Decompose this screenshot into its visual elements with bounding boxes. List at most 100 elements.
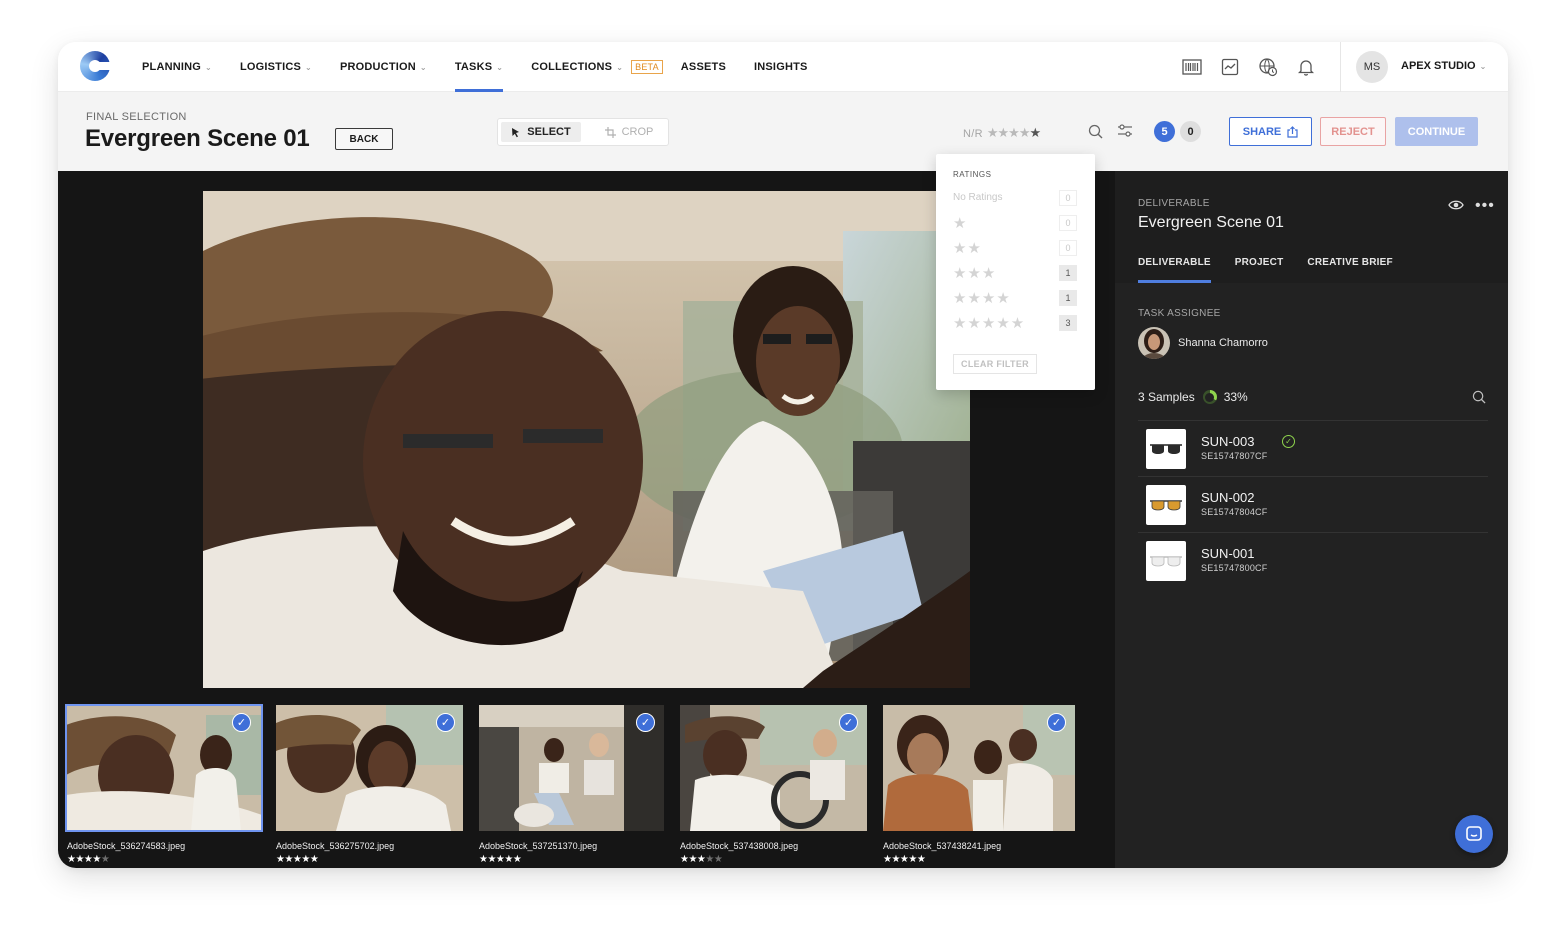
- search-icon[interactable]: [1086, 122, 1104, 140]
- rating-option-3-star[interactable]: ★★★ 1: [953, 265, 1077, 282]
- star-icons: ★★★★: [953, 290, 1011, 307]
- studio-switcher[interactable]: APEX STUDIO ⌄: [1401, 60, 1486, 72]
- tab-creative-brief[interactable]: CREATIVE BRIEF: [1307, 257, 1392, 283]
- continue-button[interactable]: CONTINUE: [1395, 117, 1478, 146]
- star-icons: ★★: [953, 240, 982, 257]
- panel-header: DELIVERABLE Evergreen Scene 01 ••• DELIV…: [1115, 171, 1508, 283]
- sunglasses-thumbnail: [1146, 541, 1186, 581]
- share-button[interactable]: SHARE: [1229, 117, 1312, 146]
- share-label: SHARE: [1242, 125, 1282, 138]
- cursor-icon: [512, 127, 520, 137]
- reject-button[interactable]: REJECT: [1320, 117, 1386, 146]
- rating-option-4-star[interactable]: ★★★★ 1: [953, 290, 1077, 307]
- ratings-filter-dropdown: RATINGS No Ratings 0 ★ 0 ★★ 0 ★★★ 1 ★★★★…: [936, 154, 1095, 390]
- clear-filter-button[interactable]: CLEAR FILTER: [953, 354, 1037, 374]
- chevron-down-icon: ⌄: [419, 62, 427, 72]
- selected-check-icon[interactable]: ✓: [839, 713, 858, 732]
- selected-check-icon[interactable]: ✓: [636, 713, 655, 732]
- crop-icon: [604, 126, 616, 138]
- chevron-down-icon: ⌄: [305, 62, 312, 72]
- star-icons: ★★★★★: [953, 315, 1026, 332]
- nav-label: COLLECTIONS: [531, 61, 613, 73]
- chevron-down-icon: ⌄: [205, 62, 212, 72]
- select-mode-button[interactable]: SELECT: [501, 122, 581, 142]
- rating-option-count: 1: [1059, 265, 1077, 281]
- nav-item-tasks[interactable]: TASKS ⌄: [454, 42, 504, 92]
- progress-ring-icon: [1202, 390, 1217, 404]
- rating-option-count: 1: [1059, 290, 1077, 306]
- hero-image[interactable]: [203, 191, 970, 688]
- app-window: PLANNING ⌄ LOGISTICS ⌄ PRODUCTION ⌄ TASKS ⌄ …: [58, 42, 1508, 868]
- crop-mode-button[interactable]: CROP: [594, 122, 664, 142]
- search-icon[interactable]: [1472, 390, 1488, 406]
- rating-option-5-star[interactable]: ★★★★★ 3: [953, 315, 1077, 332]
- nav-item-collections[interactable]: COLLECTIONS ⌄ BETA: [531, 42, 663, 92]
- list-item[interactable]: SUN-002 SE15747804CF: [1138, 476, 1488, 532]
- chevron-down-icon: ⌄: [616, 62, 624, 72]
- selected-check-icon[interactable]: ✓: [1047, 713, 1066, 732]
- chat-support-button[interactable]: [1455, 815, 1493, 853]
- nav-label: PRODUCTION: [339, 61, 416, 73]
- thumbnail-5[interactable]: ✓: [883, 705, 1075, 831]
- rating-option-count: 0: [1059, 215, 1077, 231]
- thumbnail-rating: ★★★★★: [883, 854, 926, 865]
- page-eyebrow: FINAL SELECTION: [86, 111, 187, 123]
- beta-badge: BETA: [631, 60, 663, 74]
- rating-option-count: 0: [1059, 240, 1077, 256]
- star-icons: ★★★: [953, 265, 997, 282]
- sample-name: SUN-001: [1201, 546, 1255, 561]
- task-assignee[interactable]: Shanna Chamorro: [1138, 327, 1268, 359]
- rejected-count-badge[interactable]: 0: [1180, 121, 1201, 142]
- page-header: FINAL SELECTION Evergreen Scene 01 BACK …: [58, 92, 1508, 171]
- rating-filter-toggle[interactable]: N/R ★★★★★: [963, 125, 1041, 141]
- nav-label: LOGISTICS: [239, 61, 302, 73]
- chevron-down-icon: ⌄: [1479, 62, 1487, 71]
- nav-label: TASKS: [454, 61, 493, 73]
- rating-option-count: 3: [1059, 315, 1077, 331]
- rating-option-none[interactable]: No Ratings 0: [953, 190, 1077, 206]
- samples-list: SUN-003 ✓ SE15747807CF SUN-002 SE1574780…: [1138, 420, 1488, 588]
- brand-logo-icon[interactable]: [80, 51, 112, 81]
- more-options-icon[interactable]: •••: [1475, 197, 1495, 215]
- sample-sku: SE15747800CF: [1201, 563, 1268, 573]
- nav-item-logistics[interactable]: LOGISTICS ⌄: [240, 42, 312, 92]
- rating-filter-label: N/R: [963, 128, 983, 140]
- nav-item-production[interactable]: PRODUCTION ⌄: [340, 42, 427, 92]
- eye-icon[interactable]: [1448, 198, 1466, 212]
- thumbnail-1[interactable]: ✓: [65, 704, 263, 832]
- nav-label: PLANNING: [142, 61, 202, 73]
- thumbnail-3[interactable]: ✓: [479, 705, 664, 831]
- list-item[interactable]: SUN-001 SE15747800CF: [1138, 532, 1488, 588]
- bell-icon[interactable]: [1294, 55, 1318, 79]
- thumbnail-filename: AdobeStock_536275702.jpeg: [276, 841, 395, 851]
- deliverable-panel: DELIVERABLE Evergreen Scene 01 ••• DELIV…: [1115, 171, 1508, 868]
- samples-summary: 3 Samples 33%: [1138, 390, 1248, 404]
- barcode-icon[interactable]: [1180, 55, 1204, 79]
- sample-sku: SE15747804CF: [1201, 507, 1268, 517]
- back-button[interactable]: BACK: [335, 128, 393, 150]
- thumbnail-4[interactable]: ✓: [680, 705, 867, 831]
- user-avatar[interactable]: MS: [1356, 51, 1388, 83]
- nav-item-planning[interactable]: PLANNING ⌄: [142, 42, 212, 92]
- chat-icon: [1466, 826, 1482, 841]
- panel-tabs: DELIVERABLE PROJECT CREATIVE BRIEF: [1138, 257, 1417, 283]
- tab-project[interactable]: PROJECT: [1235, 257, 1284, 283]
- globe-clock-icon[interactable]: [1256, 55, 1280, 79]
- list-item[interactable]: SUN-003 ✓ SE15747807CF: [1138, 420, 1488, 476]
- selected-count-badge[interactable]: 5: [1154, 121, 1175, 142]
- thumbnail-rating: ★★★★★: [276, 854, 319, 865]
- thumbnail-filename: AdobeStock_536274583.jpeg: [67, 841, 186, 851]
- filter-sliders-icon[interactable]: [1116, 122, 1134, 140]
- thumbnail-2[interactable]: ✓: [276, 705, 463, 831]
- selected-check-icon[interactable]: ✓: [436, 713, 455, 732]
- chart-icon[interactable]: [1218, 55, 1242, 79]
- thumbnail-rating: ★★★★★: [479, 854, 522, 865]
- tab-deliverable[interactable]: DELIVERABLE: [1138, 257, 1211, 283]
- rating-option-1-star[interactable]: ★ 0: [953, 215, 1077, 232]
- selected-check-icon[interactable]: ✓: [232, 713, 251, 732]
- rating-option-2-star[interactable]: ★★ 0: [953, 240, 1077, 257]
- assignee-avatar: [1138, 327, 1170, 359]
- star-icons: ★: [953, 215, 968, 232]
- nav-item-assets[interactable]: ASSETS: [681, 42, 726, 92]
- nav-item-insights[interactable]: INSIGHTS: [754, 42, 808, 92]
